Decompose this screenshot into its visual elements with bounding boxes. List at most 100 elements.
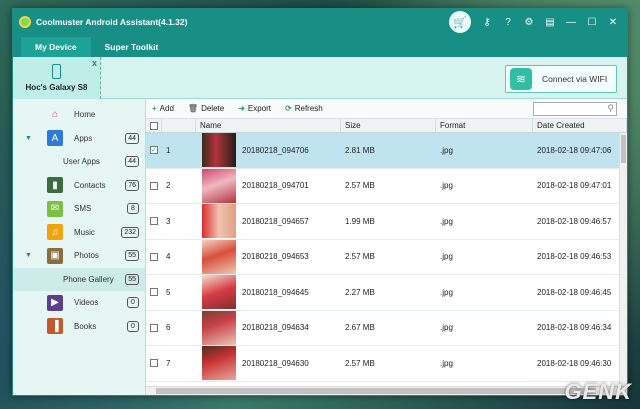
file-list: ✓ 1 20180218_094706 2.81 MB .jpg 2018-02… [146,133,627,386]
table-row[interactable]: 5 20180218_094645 2.27 MB .jpg 2018-02-1… [146,275,627,311]
row-checkbox[interactable] [146,275,162,310]
refresh-button[interactable]: ⟳ Refresh [285,104,323,113]
device-bar: x Hoc's Galaxy S8 ≋ Connect via WIFI [13,57,627,99]
file-name-cell: 20180218_094701 [196,168,341,204]
date-created: 2018-02-18 09:46:57 [537,216,612,226]
sidebar-item-label: Apps [74,133,93,143]
count-badge: 44 [125,156,139,168]
size-header[interactable]: Size [341,119,436,132]
file-name: 20180218_094701 [242,181,309,191]
format-header[interactable]: Format [436,119,533,132]
row-checkbox[interactable] [146,204,162,239]
search-icon[interactable]: ⚲ [607,103,614,114]
table-header: Name Size Format Date Created [146,119,627,133]
sidebar-item-contacts[interactable]: ▮ Contacts 76 [13,174,145,198]
file-name: 20180218_094706 [242,145,309,155]
sidebar-item-books[interactable]: ▐ Books 0 [13,315,145,339]
file-name-cell: 20180218_094634 [196,310,341,346]
sidebar-item-apps[interactable]: ▼ A Apps 44 [13,127,145,151]
table-row[interactable]: 6 20180218_094634 2.67 MB .jpg 2018-02-1… [146,310,627,346]
horizontal-scrollbar[interactable] [146,386,627,395]
connect-wifi-button[interactable]: ≋ Connect via WIFI [505,65,617,93]
sidebar-item-label: Photos [74,251,99,261]
row-index: 3 [166,216,171,226]
sidebar-item-label: Books [74,321,97,331]
sidebar-item-music[interactable]: ♫ Music 232 [13,221,145,245]
sidebar-item-sms[interactable]: ✉ SMS 8 [13,197,145,221]
help-icon[interactable]: ? [500,14,516,30]
row-checkbox[interactable] [146,169,162,204]
export-label: Export [247,104,272,113]
count-badge: 55 [125,250,139,262]
delete-button[interactable]: 🗑 Delete [188,104,224,113]
date-header[interactable]: Date Created [533,119,627,132]
date-created: 2018-02-18 09:47:06 [537,145,612,155]
row-checkbox[interactable] [146,240,162,275]
tab-my-device[interactable]: My Device [21,37,91,57]
sidebar-item-photos[interactable]: ▼ ▣ Photos 55 [13,244,145,268]
expand-arrow-icon[interactable]: ▼ [25,135,32,142]
photo-thumbnail [202,133,236,168]
table-row[interactable]: 3 20180218_094657 1.99 MB .jpg 2018-02-1… [146,204,627,240]
contacts-icon: ▮ [47,177,63,194]
export-button[interactable]: ➜ Export [238,104,271,113]
watermark-logo: GENK [564,379,632,404]
count-badge: 0 [127,320,139,332]
tab-super-toolkit[interactable]: Super Toolkit [91,37,173,57]
file-name-cell: 20180218_094630 [196,346,341,381]
main-tabs: My Device Super Toolkit [13,35,627,57]
sidebar-item-home[interactable]: ⌂ Home [13,103,145,127]
sms-icon: ✉ [47,200,63,217]
key-icon[interactable]: ⚷ [479,14,495,30]
expand-arrow-icon[interactable]: ▼ [25,252,32,259]
date-created: 2018-02-18 09:46:30 [537,358,612,368]
add-button[interactable]: + Add [152,104,174,113]
plus-icon: + [152,104,157,113]
file-size: 2.57 MB [345,358,375,368]
sidebar-item-user-apps[interactable]: User Apps 44 [13,150,145,174]
table-row[interactable]: 4 20180218_094653 2.57 MB .jpg 2018-02-1… [146,239,627,275]
photo-thumbnail [202,275,236,310]
count-badge: 55 [125,273,139,285]
settings-icon[interactable]: ⚙ [521,14,537,30]
row-checkbox[interactable] [146,311,162,346]
minimize-button[interactable]: — [563,14,579,30]
search-input[interactable]: ⚲ [533,101,617,116]
books-icon: ▐ [47,318,63,335]
file-name: 20180218_094630 [242,358,309,368]
file-name: 20180218_094634 [242,323,309,333]
file-format: .jpg [440,323,453,333]
connect-wifi-label: Connect via WIFI [542,74,608,84]
trash-icon: 🗑 [187,104,199,113]
row-checkbox[interactable]: ✓ [146,133,162,168]
cart-icon[interactable]: 🛒 [449,11,471,33]
vertical-scrollbar[interactable] [619,133,627,386]
table-row[interactable]: 7 20180218_094630 2.57 MB .jpg 2018-02-1… [146,346,627,382]
sidebar-item-label: Contacts [74,180,106,190]
table-row[interactable]: ✓ 1 20180218_094706 2.81 MB .jpg 2018-02… [146,133,627,169]
row-index: 2 [166,181,171,191]
close-button[interactable]: ✕ [605,14,621,30]
file-size: 2.27 MB [345,287,375,297]
file-format: .jpg [440,287,453,297]
index-header [162,119,196,132]
name-header[interactable]: Name [196,119,341,132]
disconnect-device-icon[interactable]: x [92,58,97,68]
table-row[interactable]: 2 20180218_094701 2.57 MB .jpg 2018-02-1… [146,168,627,204]
feedback-icon[interactable]: ▤ [542,14,558,30]
date-created: 2018-02-18 09:46:45 [537,287,612,297]
wifi-icon: ≋ [510,68,532,90]
select-all-checkbox[interactable] [146,119,162,132]
device-card[interactable]: x Hoc's Galaxy S8 [13,57,101,99]
row-index: 5 [166,287,171,297]
maximize-button[interactable]: ☐ [584,14,600,30]
file-name: 20180218_094653 [242,252,309,262]
count-badge: 8 [127,203,139,215]
sidebar-item-videos[interactable]: ▶ Videos 0 [13,291,145,315]
photo-thumbnail [202,168,236,203]
row-checkbox[interactable] [146,346,162,381]
photo-thumbnail [202,310,236,345]
sidebar-item-phone-gallery[interactable]: Phone Gallery 55 [13,267,145,291]
count-badge: 76 [125,179,139,191]
file-format: .jpg [440,252,453,262]
